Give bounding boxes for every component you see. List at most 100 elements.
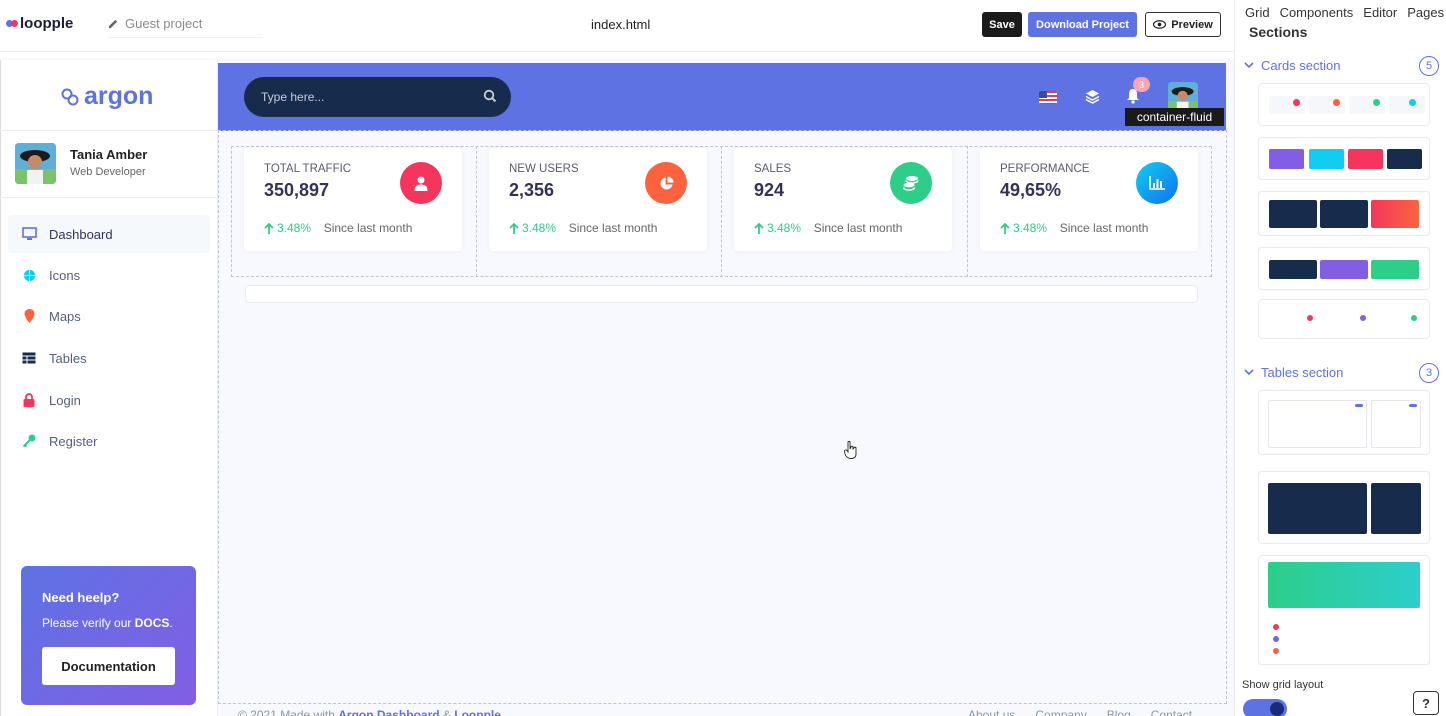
section-thumbnail[interactable]	[1258, 555, 1430, 665]
sidebar-item-label: Icons	[49, 267, 81, 283]
user-name: Tania Amber	[70, 147, 148, 162]
sidebar-divider	[0, 130, 218, 131]
sidebar-item-maps[interactable]: Maps	[8, 297, 210, 335]
stat-footer: 3.48% Since last month	[509, 221, 657, 235]
section-thumbnail[interactable]	[1258, 471, 1430, 544]
footer-link-argon[interactable]: Argon Dashboard	[338, 708, 439, 716]
stat-footer: 3.48% Since last month	[1000, 221, 1148, 235]
section-thumbnail[interactable]	[1258, 137, 1430, 180]
stat-footer: 3.48% Since last month	[754, 221, 902, 235]
footer-link-loopple[interactable]: Loopple	[454, 708, 501, 716]
panel-tabs: Grid Components Editor Pages	[1245, 5, 1446, 20]
layers-icon[interactable]	[1085, 89, 1100, 104]
loopple-logo[interactable]: loopple	[6, 15, 73, 32]
user-icon	[400, 162, 442, 204]
help-button[interactable]: ?	[1413, 691, 1439, 715]
pie-chart-icon	[645, 162, 687, 204]
section-thumbnail[interactable]	[1258, 247, 1430, 290]
help-card: Need heelp? Please verify our DOCS. Docu…	[21, 566, 196, 705]
stat-since: Since last month	[323, 221, 413, 235]
stat-title: TOTAL TRAFFIC	[264, 163, 352, 175]
arrow-up-icon	[754, 222, 764, 234]
help-card-title: Need heelp?	[42, 590, 120, 605]
sidebar-divider	[0, 197, 218, 198]
chevron-down-icon	[1244, 369, 1254, 376]
search-input[interactable]: Type here...	[244, 77, 511, 117]
project-name-field[interactable]: Guest project	[108, 16, 263, 38]
monitor-icon	[21, 226, 37, 242]
sidebar-item-label: Login	[49, 392, 81, 408]
hand-cursor-icon	[844, 441, 857, 459]
section-thumbnail[interactable]	[1258, 83, 1430, 126]
section-thumbnail[interactable]	[1258, 299, 1430, 339]
project-name: Guest project	[125, 16, 203, 31]
stat-value: 350,897	[264, 180, 330, 200]
sidebar-item-label: Tables	[49, 350, 87, 366]
sidebar-item-icons[interactable]: Icons	[8, 256, 210, 294]
stat-card-sales[interactable]: SALES 924 3.48% Since last month	[734, 148, 952, 251]
grid-layout-toggle[interactable]	[1243, 699, 1287, 716]
arrow-up-icon	[264, 222, 274, 234]
section-count: 3	[1419, 363, 1439, 383]
sidebar-item-register[interactable]: Register	[8, 422, 210, 460]
stat-card-traffic[interactable]: TOTAL TRAFFIC 350,897 3.48% Since last m…	[244, 148, 462, 251]
loopple-logo-text: loopple	[20, 15, 74, 32]
save-button[interactable]: Save	[982, 12, 1022, 37]
sidebar-item-tables[interactable]: Tables	[8, 339, 210, 377]
toggle-knob	[1270, 702, 1284, 716]
globe-icon	[21, 267, 37, 283]
avatar[interactable]	[15, 143, 56, 184]
sidebar-item-dashboard[interactable]: Dashboard	[8, 215, 210, 253]
section-thumbnail[interactable]	[1258, 390, 1430, 455]
stat-change: 3.48%	[522, 221, 557, 235]
stat-card-users[interactable]: NEW USERS 2,356 3.48% Since last month	[489, 148, 707, 251]
footer-link-blog[interactable]: Blog	[1107, 708, 1131, 716]
search-icon[interactable]	[483, 89, 497, 103]
section-label: Tables section	[1261, 365, 1344, 380]
notification-badge: 3	[1133, 77, 1150, 92]
tab-editor[interactable]: Editor	[1363, 5, 1397, 20]
sidebar-item-label: Register	[49, 433, 98, 449]
sidebar-item-login[interactable]: Login	[8, 381, 210, 419]
section-thumbnail[interactable]	[1258, 191, 1430, 236]
search-placeholder: Type here...	[261, 90, 325, 104]
coins-icon	[890, 162, 932, 204]
argon-logo-icon	[61, 88, 79, 105]
eye-icon	[1153, 20, 1167, 29]
stat-card-performance[interactable]: PERFORMANCE 49,65% 3.48% Since last mont…	[980, 148, 1198, 251]
argon-brand-text: argon	[84, 82, 154, 110]
argon-brand[interactable]: argon	[60, 82, 153, 111]
pin-icon	[21, 308, 37, 324]
file-name: index.html	[591, 17, 651, 32]
footer-link-about[interactable]: About us	[968, 708, 1015, 716]
download-project-button[interactable]: Download Project	[1028, 12, 1137, 37]
sidebar-item-label: Maps	[49, 308, 81, 324]
documentation-button[interactable]: Documentation	[42, 647, 175, 685]
stat-since: Since last month	[813, 221, 903, 235]
stat-title: SALES	[754, 163, 792, 175]
tab-grid[interactable]: Grid	[1245, 5, 1270, 20]
us-flag-icon[interactable]	[1039, 91, 1057, 104]
stat-change: 3.48%	[767, 221, 802, 235]
tab-components[interactable]: Components	[1280, 5, 1354, 20]
lock-icon	[21, 392, 37, 408]
footer-link-company[interactable]: Company	[1035, 708, 1086, 716]
bar-chart-icon	[1136, 162, 1178, 204]
element-tooltip: container-fluid	[1125, 108, 1224, 126]
preview-button[interactable]: Preview	[1145, 12, 1221, 37]
pencil-icon	[108, 19, 118, 29]
stat-title: PERFORMANCE	[1000, 163, 1090, 175]
stat-footer: 3.48% Since last month	[264, 221, 412, 235]
tables-section-header[interactable]: Tables section	[1244, 365, 1343, 380]
preview-label: Preview	[1171, 18, 1213, 31]
footer-link-contact[interactable]: Contact	[1151, 708, 1192, 716]
stat-value: 2,356	[509, 180, 555, 200]
loopple-logo-icon	[6, 20, 18, 27]
cards-section-header[interactable]: Cards section	[1244, 58, 1340, 73]
tab-pages[interactable]: Pages	[1407, 5, 1444, 20]
help-card-text: Please verify our DOCS.	[42, 616, 173, 630]
table-icon	[21, 350, 37, 366]
stat-value: 924	[754, 180, 785, 200]
empty-row-placeholder[interactable]	[245, 285, 1198, 303]
grid-layout-label: Show grid layout	[1242, 679, 1324, 691]
